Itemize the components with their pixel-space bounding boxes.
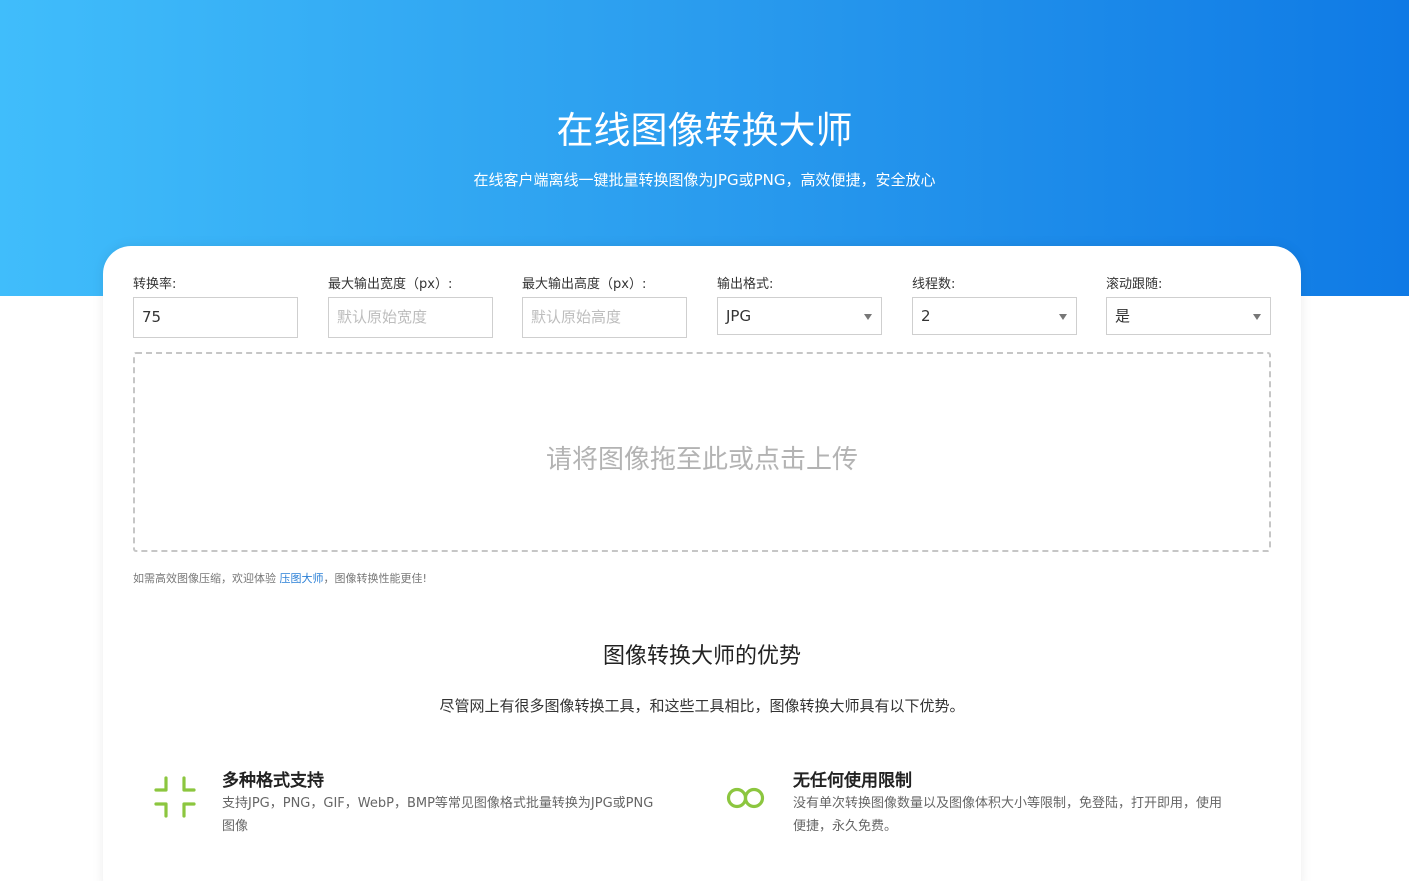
threads-label: 线程数: xyxy=(912,277,956,292)
format-field: 输出格式: JPG xyxy=(717,276,882,335)
feature-formats-desc: 支持JPG，PNG，GIF，WebP，BMP等常见图像格式批量转换为JPG或PN… xyxy=(222,796,654,834)
max-height-input[interactable]: 默认原始高度 xyxy=(522,297,687,338)
scroll-follow-value: 是 xyxy=(1115,307,1131,325)
compress-arrows-icon xyxy=(154,776,196,818)
max-width-field: 最大输出宽度（px）: 默认原始宽度 xyxy=(328,276,493,338)
chevron-down-icon xyxy=(1059,314,1067,320)
threads-value: 2 xyxy=(921,307,931,325)
chevron-down-icon xyxy=(1253,314,1261,320)
dropzone-text: 请将图像拖至此或点击上传 xyxy=(545,445,858,475)
compress-hint: 如需高效图像压缩，欢迎体验 压图大师，图像转换性能更佳! xyxy=(133,570,427,586)
max-height-label: 最大输出高度（px）: xyxy=(522,277,647,292)
ratio-label: 转换率: xyxy=(133,277,177,292)
scroll-follow-field: 滚动跟随: 是 xyxy=(1106,276,1271,335)
advantages-subtitle: 尽管网上有很多图像转换工具，和这些工具相比，图像转换大师具有以下优势。 xyxy=(439,697,965,715)
hint-prefix: 如需高效图像压缩，欢迎体验 xyxy=(133,572,280,585)
upload-dropzone[interactable]: 请将图像拖至此或点击上传 xyxy=(133,352,1271,552)
format-select[interactable]: JPG xyxy=(717,297,882,335)
max-width-label: 最大输出宽度（px）: xyxy=(328,277,453,292)
ratio-field: 转换率: 75 xyxy=(133,276,298,338)
advantages-title: 图像转换大师的优势 xyxy=(602,644,801,669)
page-title: 在线图像转换大师 xyxy=(556,109,853,152)
page-subtitle: 在线客户端离线一键批量转换图像为JPG或PNG，高效便捷，安全放心 xyxy=(473,171,936,189)
feature-no-limits-title: 无任何使用限制 xyxy=(793,771,912,791)
chevron-down-icon xyxy=(864,314,872,320)
max-width-input[interactable]: 默认原始宽度 xyxy=(328,297,493,338)
max-height-field: 最大输出高度（px）: 默认原始高度 xyxy=(522,276,687,338)
threads-select[interactable]: 2 xyxy=(912,297,1077,335)
format-label: 输出格式: xyxy=(717,277,774,292)
converter-card: 转换率: 75 最大输出宽度（px）: 默认原始宽度 最大输出高度（px）: 默… xyxy=(103,246,1301,881)
hint-suffix: ，图像转换性能更佳! xyxy=(323,572,427,585)
feature-formats-title: 多种格式支持 xyxy=(222,771,324,791)
infinity-icon xyxy=(726,787,765,809)
format-value: JPG xyxy=(726,307,752,325)
max-width-placeholder: 默认原始宽度 xyxy=(337,308,428,326)
scroll-follow-label: 滚动跟随: xyxy=(1106,277,1163,292)
max-height-placeholder: 默认原始高度 xyxy=(531,308,622,326)
ratio-input[interactable]: 75 xyxy=(133,297,298,338)
scroll-follow-select[interactable]: 是 xyxy=(1106,297,1271,335)
compress-master-link[interactable]: 压图大师 xyxy=(280,572,324,585)
feature-no-limits-desc: 没有单次转换图像数量以及图像体积大小等限制，免登陆，打开即用，使用便捷，永久免费… xyxy=(793,796,1223,834)
threads-field: 线程数: 2 xyxy=(912,276,1077,335)
